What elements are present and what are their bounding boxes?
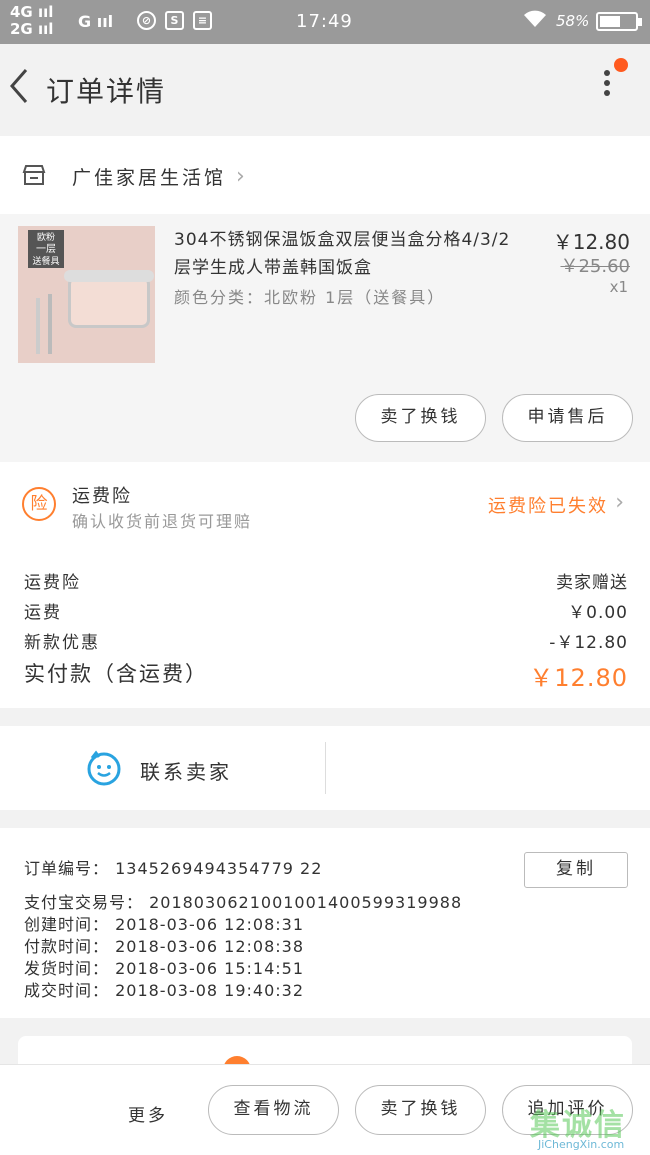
copy-button[interactable]: 复制 xyxy=(524,852,628,888)
chevron-right-icon: › xyxy=(236,164,245,189)
shipped-time: 发货时间： 2018-03-06 15:14:51 xyxy=(24,959,305,978)
insurance-title: 运费险 xyxy=(72,486,132,507)
chevron-left-icon xyxy=(10,69,28,103)
more-dots-icon xyxy=(604,70,610,76)
battery-icon xyxy=(596,12,642,31)
summary-label: 运费 xyxy=(24,603,62,623)
created-time: 创建时间： 2018-03-06 12:08:31 xyxy=(24,915,305,934)
lunchbox-lid xyxy=(64,270,154,282)
storage-icon: ≡ xyxy=(193,11,212,30)
watermark-url: JiChengXin.com xyxy=(538,1138,625,1151)
insurance-badge-icon: 险 xyxy=(22,487,56,521)
back-button[interactable] xyxy=(6,66,36,106)
product-price: ￥12.80 xyxy=(552,230,630,254)
contact-seller-button[interactable]: 联系卖家 xyxy=(140,756,232,785)
summary-label: 新款优惠 xyxy=(24,633,100,653)
spoon-image xyxy=(36,298,40,354)
product-quantity: x1 xyxy=(609,278,628,296)
wifi-icon xyxy=(522,9,548,34)
product-title[interactable]: 304不锈钢保温饭盒双层便当盒分格4/3/2层学生成人带盖韩国饭盒 xyxy=(174,226,519,282)
signal-2g: 2G ııl xyxy=(10,20,54,38)
more-button[interactable]: 更多 xyxy=(128,1101,168,1126)
shop-name: 广佳家居生活馆 xyxy=(72,167,227,189)
insurance-section: 险 运费险 确认收货前退货可理赔 运费险已失效 › 运费险 卖家赠送 运费 ￥0… xyxy=(0,462,650,708)
completed-time: 成交时间： 2018-03-08 19:40:32 xyxy=(24,981,305,1000)
product-item: 欧粉 一层 送餐具 304不锈钢保温饭盒双层便当盒分格4/3/2层学生成人带盖韩… xyxy=(0,214,650,462)
sell-again-button[interactable]: 卖了换钱 xyxy=(355,1085,486,1135)
nav-bar: 订单详情 xyxy=(0,44,650,130)
summary-value: -￥12.80 xyxy=(549,633,628,653)
alipay-trade-number: 支付宝交易号： 2018030621001001400599319988 xyxy=(24,893,463,912)
signal-g: G ııl xyxy=(78,12,114,31)
insurance-status-link[interactable]: 运费险已失效 xyxy=(488,492,608,518)
summary-label: 运费险 xyxy=(24,573,81,593)
product-attributes: 颜色分类：北欧粉 1层（送餐具） xyxy=(174,288,446,307)
data-saver-icon: ⊘ xyxy=(137,11,156,30)
total-label: 实付款（含运费） xyxy=(24,662,208,686)
signal-4g: 4G ııl xyxy=(10,3,54,21)
status-bar: 4G ııl 2G ııl G ııl ⊘ S ≡ 17:49 58% xyxy=(0,0,650,44)
cellular-signal: 4G ııl 2G ııl xyxy=(10,4,53,38)
chevron-right-icon: › xyxy=(615,490,624,515)
order-number: 订单编号： 1345269494354779 22 xyxy=(24,859,323,878)
insurance-subtitle: 确认收货前退货可理赔 xyxy=(72,512,253,531)
contact-section: 联系卖家 xyxy=(0,726,650,810)
battery-percent: 58% xyxy=(556,12,590,30)
notification-dot xyxy=(614,58,628,72)
total-value: ￥12.80 xyxy=(529,664,628,692)
chopsticks-image xyxy=(48,294,52,354)
order-info-section: 订单编号： 1345269494354779 22 复制 支付宝交易号： 201… xyxy=(0,828,650,1018)
after-sales-button[interactable]: 申请售后 xyxy=(502,394,633,442)
thumbnail-badge: 欧粉 一层 送餐具 xyxy=(28,230,64,268)
sell-button[interactable]: 卖了换钱 xyxy=(355,394,486,442)
product-original-price: ￥25.60 xyxy=(560,256,630,277)
divider xyxy=(325,742,326,794)
lunchbox-image xyxy=(68,276,150,328)
paid-time: 付款时间： 2018-03-06 12:08:38 xyxy=(24,937,305,956)
watermark-logo: 集诚信 JiChengXin.com xyxy=(530,1100,650,1155)
store-icon xyxy=(22,165,46,185)
shop-row[interactable]: 广佳家居生活馆 › xyxy=(0,136,650,214)
view-logistics-button[interactable]: 查看物流 xyxy=(208,1085,339,1135)
page-title: 订单详情 xyxy=(46,75,167,108)
seller-face-icon xyxy=(87,750,121,786)
summary-value: ￥0.00 xyxy=(568,603,628,623)
app-s-icon: S xyxy=(165,11,184,30)
clock: 17:49 xyxy=(296,11,353,32)
summary-value: 卖家赠送 xyxy=(556,573,628,593)
more-menu-button[interactable] xyxy=(596,66,618,106)
product-thumbnail[interactable]: 欧粉 一层 送餐具 xyxy=(18,226,155,363)
